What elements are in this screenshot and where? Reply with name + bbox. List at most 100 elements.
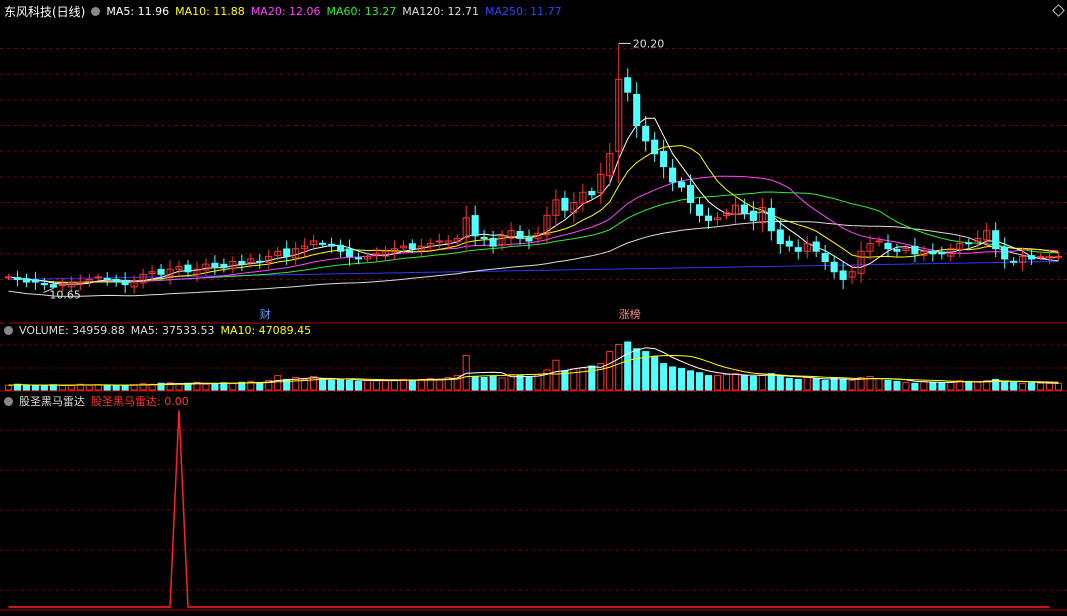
candle-body bbox=[992, 230, 1000, 250]
candle-body bbox=[1010, 260, 1018, 263]
candle-body bbox=[1028, 255, 1036, 260]
volume-bar bbox=[121, 384, 129, 391]
volume-bar bbox=[902, 381, 910, 391]
volume-bar bbox=[911, 382, 919, 391]
volume-bar bbox=[58, 384, 66, 391]
candle-body bbox=[489, 237, 497, 247]
candle-body bbox=[49, 284, 57, 288]
ma120-line bbox=[8, 220, 1059, 297]
volume-bar bbox=[749, 376, 757, 391]
candle-body bbox=[94, 276, 102, 279]
ma-label: MA20: 12.06 bbox=[250, 5, 321, 18]
dropdown-icon[interactable] bbox=[4, 396, 13, 406]
finance-tag: 财 bbox=[260, 307, 271, 321]
stock-chart[interactable]: 20.20 10.65 财 涨榜 bbox=[0, 0, 1067, 616]
volume-bar bbox=[695, 372, 704, 391]
ma250-line bbox=[8, 261, 1059, 280]
candle-body bbox=[588, 190, 596, 196]
volume-bar bbox=[821, 379, 829, 391]
volume-bar bbox=[803, 377, 811, 391]
volume-bar bbox=[67, 384, 75, 391]
volume-bar bbox=[1028, 382, 1036, 391]
volume-bar bbox=[354, 380, 363, 391]
volume-bar bbox=[740, 375, 748, 391]
volume-bar bbox=[947, 381, 955, 391]
candle-body bbox=[938, 251, 946, 255]
ma20-line bbox=[8, 175, 1059, 283]
candle-body bbox=[13, 277, 22, 280]
candle-body bbox=[354, 257, 363, 260]
candle-body bbox=[184, 264, 192, 273]
volume-bar bbox=[336, 378, 345, 391]
candle-body bbox=[76, 281, 84, 284]
candle-body bbox=[471, 215, 479, 237]
candle-body bbox=[256, 260, 264, 263]
volume-bar bbox=[660, 363, 668, 391]
candle-body bbox=[157, 268, 165, 275]
volume-bar bbox=[372, 380, 380, 391]
volume-bar bbox=[103, 384, 111, 391]
volume-bar bbox=[651, 355, 659, 391]
candle-body bbox=[767, 207, 775, 232]
indicator-name: 股圣黑马雷达 bbox=[19, 395, 85, 408]
candle-body bbox=[687, 185, 695, 203]
volume-bar bbox=[471, 376, 479, 391]
volume-bar bbox=[534, 374, 542, 391]
volume-bar bbox=[85, 384, 93, 391]
volume-bar bbox=[965, 380, 973, 391]
volume-bar bbox=[417, 378, 425, 391]
dropdown-icon[interactable] bbox=[4, 326, 13, 335]
candle-body bbox=[794, 247, 802, 252]
candle-body bbox=[103, 277, 111, 280]
volume-bar bbox=[839, 378, 847, 391]
volume-bar bbox=[794, 378, 802, 391]
candle-body bbox=[740, 204, 748, 214]
candle-body bbox=[4, 276, 13, 279]
volume-bar bbox=[633, 348, 641, 391]
candle-body bbox=[328, 243, 336, 247]
candle-body bbox=[516, 230, 524, 239]
volume-bar bbox=[274, 375, 282, 391]
volume-bar bbox=[498, 377, 506, 391]
candle-body bbox=[1037, 255, 1045, 258]
volume-bar bbox=[606, 351, 614, 391]
candle-body bbox=[345, 248, 354, 257]
candle-body bbox=[633, 93, 641, 127]
candle-body bbox=[238, 261, 246, 265]
volume-bar bbox=[588, 365, 596, 391]
volume-bar bbox=[543, 369, 551, 391]
volume-bar bbox=[552, 359, 560, 391]
indicator-line bbox=[8, 409, 1050, 608]
candle-body bbox=[830, 261, 838, 273]
volume-bar bbox=[687, 370, 695, 391]
volume-bar bbox=[848, 379, 856, 391]
candle-body bbox=[929, 250, 937, 255]
ma-label: MA120: 12.71 bbox=[402, 5, 479, 18]
candle-body bbox=[651, 139, 659, 155]
volume-bar bbox=[408, 379, 416, 391]
candle-body bbox=[660, 150, 668, 168]
volume-bar bbox=[722, 374, 731, 391]
volume-bar bbox=[1054, 382, 1063, 391]
candle-body bbox=[283, 248, 291, 257]
candle-body bbox=[211, 262, 219, 268]
low-price-label: 10.65 bbox=[49, 288, 81, 301]
volume-bar bbox=[363, 379, 372, 391]
volume-bar bbox=[310, 376, 318, 391]
volume-bar bbox=[1010, 381, 1018, 391]
volume-bar bbox=[731, 373, 739, 391]
volume-bar bbox=[830, 377, 838, 391]
volume-bar bbox=[345, 379, 354, 391]
candle-body bbox=[336, 244, 345, 252]
volume-bar bbox=[480, 377, 488, 391]
candle-body bbox=[839, 270, 847, 280]
volume-ma10-label: MA10: 47089.45 bbox=[220, 324, 312, 337]
dropdown-icon[interactable] bbox=[91, 7, 101, 16]
candle-body bbox=[408, 243, 416, 250]
candle-body bbox=[812, 241, 820, 252]
volume-bar bbox=[31, 385, 39, 391]
volume-bar bbox=[875, 377, 883, 391]
volume-bar bbox=[776, 376, 784, 391]
volume-bar bbox=[328, 379, 336, 391]
volume-bar bbox=[435, 378, 443, 391]
